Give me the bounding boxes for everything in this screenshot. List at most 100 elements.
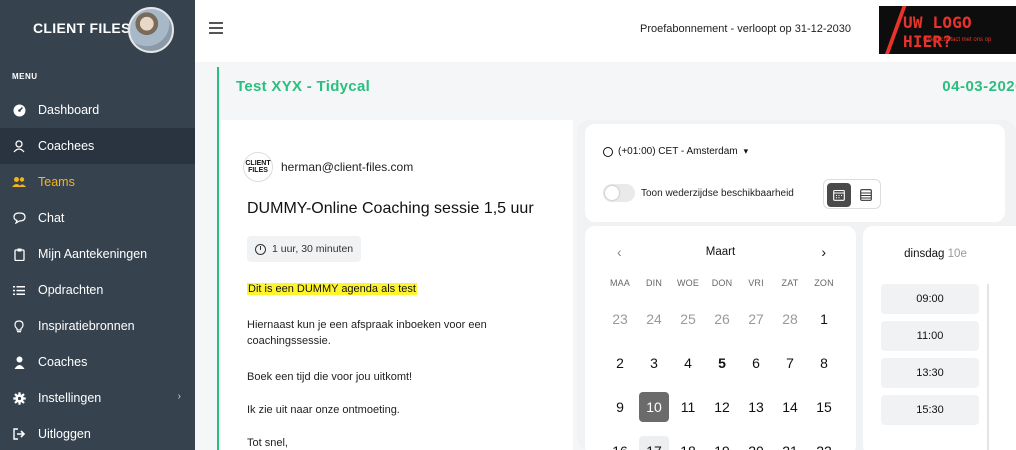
calendar-view-button[interactable] <box>827 183 851 207</box>
calendar-day: 27 <box>748 311 764 327</box>
time-slot-button[interactable]: 09:00 <box>881 284 979 314</box>
selected-day-heading: dinsdag 10e <box>863 248 1008 260</box>
week-row: 2 3 4 5 6 7 8 <box>603 348 843 378</box>
sidebar-item-dashboard[interactable]: Dashboard <box>0 92 195 128</box>
calendar-day: 24 <box>646 311 662 327</box>
host-email: herman@client-files.com <box>281 160 414 174</box>
main-content: Test XYX - Tidycal 04-03-2026 CLIENT FILE… <box>195 62 1016 450</box>
calendar-day: 9 <box>616 399 624 415</box>
duration-text: 1 uur, 30 minuten <box>272 243 354 255</box>
menu-title: MENU <box>12 72 38 81</box>
calendar-day: 11 <box>680 399 696 415</box>
selected-day-number: 10e <box>947 248 967 260</box>
calendar-icon <box>833 189 845 201</box>
selected-day-label: dinsdag <box>904 248 945 260</box>
sidebar-item-opdrachten[interactable]: Opdrachten <box>0 272 195 308</box>
speedometer-icon <box>12 103 26 117</box>
calendar-day: 8 <box>820 355 828 371</box>
weekday-label: DON <box>711 278 733 288</box>
weekday-label: VRI <box>748 278 764 288</box>
toggle-label: Toon wederzijdse beschikbaarheid <box>641 188 794 199</box>
host-logo-line2: FILES <box>248 167 268 174</box>
scrollbar[interactable] <box>987 284 989 450</box>
calendar-day: 6 <box>752 355 760 371</box>
user-icon <box>12 139 26 153</box>
calendar-day: 13 <box>748 399 764 415</box>
page-date: 04-03-2026 <box>942 78 1016 95</box>
topbar: Proefabonnement - verloopt op 31-12-2030… <box>195 0 1016 62</box>
view-switch <box>823 179 881 209</box>
event-title: DUMMY-Online Coaching sessie 1,5 uur <box>247 200 534 217</box>
sidebar-item-instellingen[interactable]: Instellingen › <box>0 380 195 416</box>
sidebar-nav: Dashboard Coachees Teams Chat Mijn Aante… <box>0 92 195 450</box>
hamburger-menu-icon[interactable] <box>209 22 223 34</box>
calendar-day-available[interactable]: 17 <box>639 436 669 450</box>
description-paragraph: Tot snel, <box>247 437 288 449</box>
chevron-down-icon: ▾ <box>743 146 749 156</box>
weekday-header: MAA DIN WOE DON VRI ZAT ZON <box>603 278 843 288</box>
calendar-day: 2 <box>616 355 624 371</box>
calendar-day: 7 <box>786 355 794 371</box>
sidebar-item-label: Instellingen <box>38 391 102 405</box>
clock-icon <box>255 243 266 255</box>
list-icon <box>12 283 26 297</box>
sidebar-item-uitloggen[interactable]: Uitloggen <box>0 416 195 450</box>
lightbulb-icon <box>12 319 26 333</box>
gear-icon <box>12 391 26 405</box>
duration-badge: 1 uur, 30 minuten <box>247 236 362 262</box>
weekday-label: ZON <box>814 278 834 288</box>
sidebar-item-chat[interactable]: Chat <box>0 200 195 236</box>
highlight-text: Dit is een DUMMY agenda als test <box>247 283 417 295</box>
calendar-day: 14 <box>782 399 798 415</box>
sidebar-item-label: Opdrachten <box>38 283 104 297</box>
person-icon <box>12 355 26 369</box>
logo-placeholder[interactable]: UW LOGO HIER? Neem contact met ons op <box>879 6 1016 54</box>
time-slot-button[interactable]: 13:30 <box>881 358 979 388</box>
sidebar-item-label: Chat <box>38 211 65 225</box>
calendar-day: 4 <box>684 355 692 371</box>
sidebar-item-label: Dashboard <box>38 103 100 117</box>
week-row: 9 10 11 12 13 14 15 <box>603 392 843 422</box>
calendar-day: 18 <box>671 436 705 450</box>
brand-name: CLIENT FILES <box>33 20 131 36</box>
list-view-icon <box>860 189 872 201</box>
sidebar-item-label: Coaches <box>38 355 88 369</box>
host-logo-line1: CLIENT <box>245 160 271 167</box>
logout-icon <box>12 427 26 441</box>
sidebar-item-coaches[interactable]: Coaches <box>0 344 195 380</box>
calendar-day: 12 <box>714 399 730 415</box>
sidebar-item-mijn-aantekeningen[interactable]: Mijn Aantekeningen <box>0 236 195 272</box>
sidebar-item-label: Teams <box>38 175 75 189</box>
calendar-day: 15 <box>816 399 832 415</box>
description-paragraph: Boek een tijd die voor jou uitkomt! <box>247 371 413 383</box>
booking-options: (+01:00) CET - Amsterdam ▾ Toon wederzij… <box>585 124 1005 222</box>
list-view-button[interactable] <box>854 183 878 207</box>
next-month-button[interactable]: › <box>821 244 826 260</box>
calendar-grid: MAA DIN WOE DON VRI ZAT ZON 23 24 25 26 … <box>603 278 843 450</box>
globe-icon <box>603 146 613 157</box>
calendar: ‹ Maart › MAA DIN WOE DON VRI ZAT ZON 23… <box>585 226 856 450</box>
logo-subtext: Neem contact met ons op <box>923 37 992 43</box>
sidebar-item-inspiratiebronnen[interactable]: Inspiratiebronnen <box>0 308 195 344</box>
weekday-label: WOE <box>676 278 700 288</box>
calendar-day: 21 <box>773 436 807 450</box>
users-icon <box>12 175 26 189</box>
sidebar-item-label: Uitloggen <box>38 427 91 441</box>
chat-icon <box>12 211 26 225</box>
event-details: CLIENT FILES herman@client-files.com DUMM… <box>221 120 573 450</box>
mutual-availability-toggle[interactable] <box>603 184 635 202</box>
calendar-day: 1 <box>820 311 828 327</box>
booking-panel: (+01:00) CET - Amsterdam ▾ Toon wederzij… <box>577 120 1016 450</box>
calendar-day: 20 <box>739 436 773 450</box>
calendar-day: 26 <box>714 311 730 327</box>
time-slot-button[interactable]: 11:00 <box>881 321 979 351</box>
sidebar-item-teams[interactable]: Teams <box>0 164 195 200</box>
calendar-day: 28 <box>782 311 798 327</box>
sidebar-item-label: Mijn Aantekeningen <box>38 247 148 261</box>
time-slot-button[interactable]: 15:30 <box>881 395 979 425</box>
avatar[interactable] <box>128 7 174 53</box>
calendar-day: 25 <box>680 311 696 327</box>
calendar-day-selected[interactable]: 10 <box>639 392 669 422</box>
timezone-select[interactable]: (+01:00) CET - Amsterdam ▾ <box>603 146 748 157</box>
sidebar-item-coachees[interactable]: Coachees <box>0 128 195 164</box>
